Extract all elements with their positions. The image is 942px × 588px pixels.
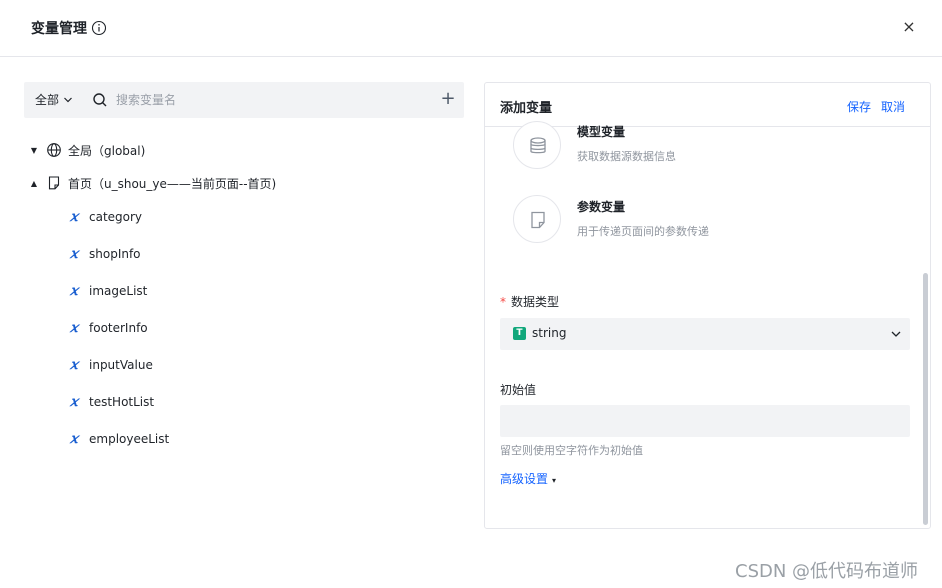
type-option-desc: 获取数据源数据信息 <box>577 150 676 163</box>
variable-icon: 𝑥 <box>70 283 78 299</box>
info-icon[interactable] <box>91 20 107 36</box>
data-type-select[interactable]: T string <box>500 318 910 350</box>
variable-icon: 𝑥 <box>70 246 78 262</box>
search-icon <box>93 93 107 107</box>
string-type-icon: T <box>513 327 526 340</box>
add-variable-button[interactable]: + <box>438 89 458 109</box>
panel-scrollbar[interactable] <box>923 273 928 525</box>
dialog-title: 变量管理 <box>31 21 87 37</box>
tree-node-label: 全局（global) <box>68 143 146 158</box>
watermark: CSDN @低代码布道师 <box>735 561 919 582</box>
variable-icon: 𝑥 <box>70 320 78 336</box>
variable-item-employeelist[interactable]: 𝑥 employeeList <box>24 427 464 451</box>
page-icon <box>48 176 60 190</box>
advanced-settings-label: 高级设置 <box>500 472 549 486</box>
variable-name: imageList <box>89 284 148 298</box>
variable-item-testhotlist[interactable]: 𝑥 testHotList <box>24 390 464 414</box>
close-icon[interactable]: × <box>900 18 918 36</box>
cancel-button[interactable]: 取消 <box>881 98 905 115</box>
search-input[interactable] <box>116 88 416 112</box>
add-variable-panel: 添加变量 保存 取消 模型变量 获取数据源数据信息 参数变量 用于传递页面间的参… <box>484 82 931 529</box>
variable-icon: 𝑥 <box>70 394 78 410</box>
initial-value-label: 初始值 <box>500 383 537 397</box>
variable-item-category[interactable]: 𝑥 category <box>24 205 464 229</box>
variable-name: footerInfo <box>89 321 148 335</box>
tree-node-global[interactable]: ▼ 全局（global) <box>24 138 145 162</box>
chevron-down-icon <box>64 97 72 102</box>
document-icon <box>531 211 545 229</box>
panel-title: 添加变量 <box>500 101 553 116</box>
variable-item-shopinfo[interactable]: 𝑥 shopInfo <box>24 242 464 266</box>
dialog-header: 变量管理 × <box>0 0 942 57</box>
variable-name: category <box>89 210 143 224</box>
chevron-down-icon <box>891 331 901 337</box>
data-type-value: string <box>532 326 567 340</box>
type-option-desc: 用于传递页面间的参数传递 <box>577 225 709 238</box>
variable-icon: 𝑥 <box>70 431 78 447</box>
initial-value-hint: 留空则使用空字符作为初始值 <box>500 444 643 457</box>
type-option-name: 模型变量 <box>577 125 626 139</box>
type-option-icon-circle <box>513 121 561 169</box>
variable-item-inputvalue[interactable]: 𝑥 inputValue <box>24 353 464 377</box>
variable-name: inputValue <box>89 358 153 372</box>
variable-item-footerinfo[interactable]: 𝑥 footerInfo <box>24 316 464 340</box>
initial-value-input[interactable] <box>500 405 910 437</box>
data-type-label: * 数据类型 <box>500 293 559 310</box>
variable-name: employeeList <box>89 432 170 446</box>
variable-item-imagelist[interactable]: 𝑥 imageList <box>24 279 464 303</box>
data-type-label-text: 数据类型 <box>511 295 560 309</box>
advanced-settings-toggle[interactable]: 高级设置 ▾ <box>500 470 556 487</box>
type-option-model[interactable]: 模型变量 获取数据源数据信息 <box>513 121 893 181</box>
scope-dropdown[interactable]: 全部 <box>35 91 73 108</box>
variable-toolbar: 全部 + <box>24 82 464 118</box>
type-option-icon-circle <box>513 195 561 243</box>
tree-node-page[interactable]: ▲ 首页（u_shou_ye——当前页面--首页) <box>24 171 276 195</box>
expand-caret-icon[interactable]: ▲ <box>28 179 40 188</box>
variable-icon: 𝑥 <box>70 357 78 373</box>
variable-name: testHotList <box>89 395 155 409</box>
required-mark: * <box>500 295 506 309</box>
collapse-caret-icon[interactable]: ▼ <box>28 146 40 155</box>
variable-name: shopInfo <box>89 247 141 261</box>
caret-down-icon: ▾ <box>552 476 557 485</box>
database-icon <box>530 137 546 154</box>
globe-icon <box>47 143 61 157</box>
save-button[interactable]: 保存 <box>847 98 871 115</box>
type-option-param[interactable]: 参数变量 用于传递页面间的参数传递 <box>513 195 893 255</box>
variable-icon: 𝑥 <box>70 209 78 225</box>
type-option-name: 参数变量 <box>577 200 626 214</box>
tree-node-label: 首页（u_shou_ye——当前页面--首页) <box>68 176 277 191</box>
scope-dropdown-label: 全部 <box>35 93 60 107</box>
